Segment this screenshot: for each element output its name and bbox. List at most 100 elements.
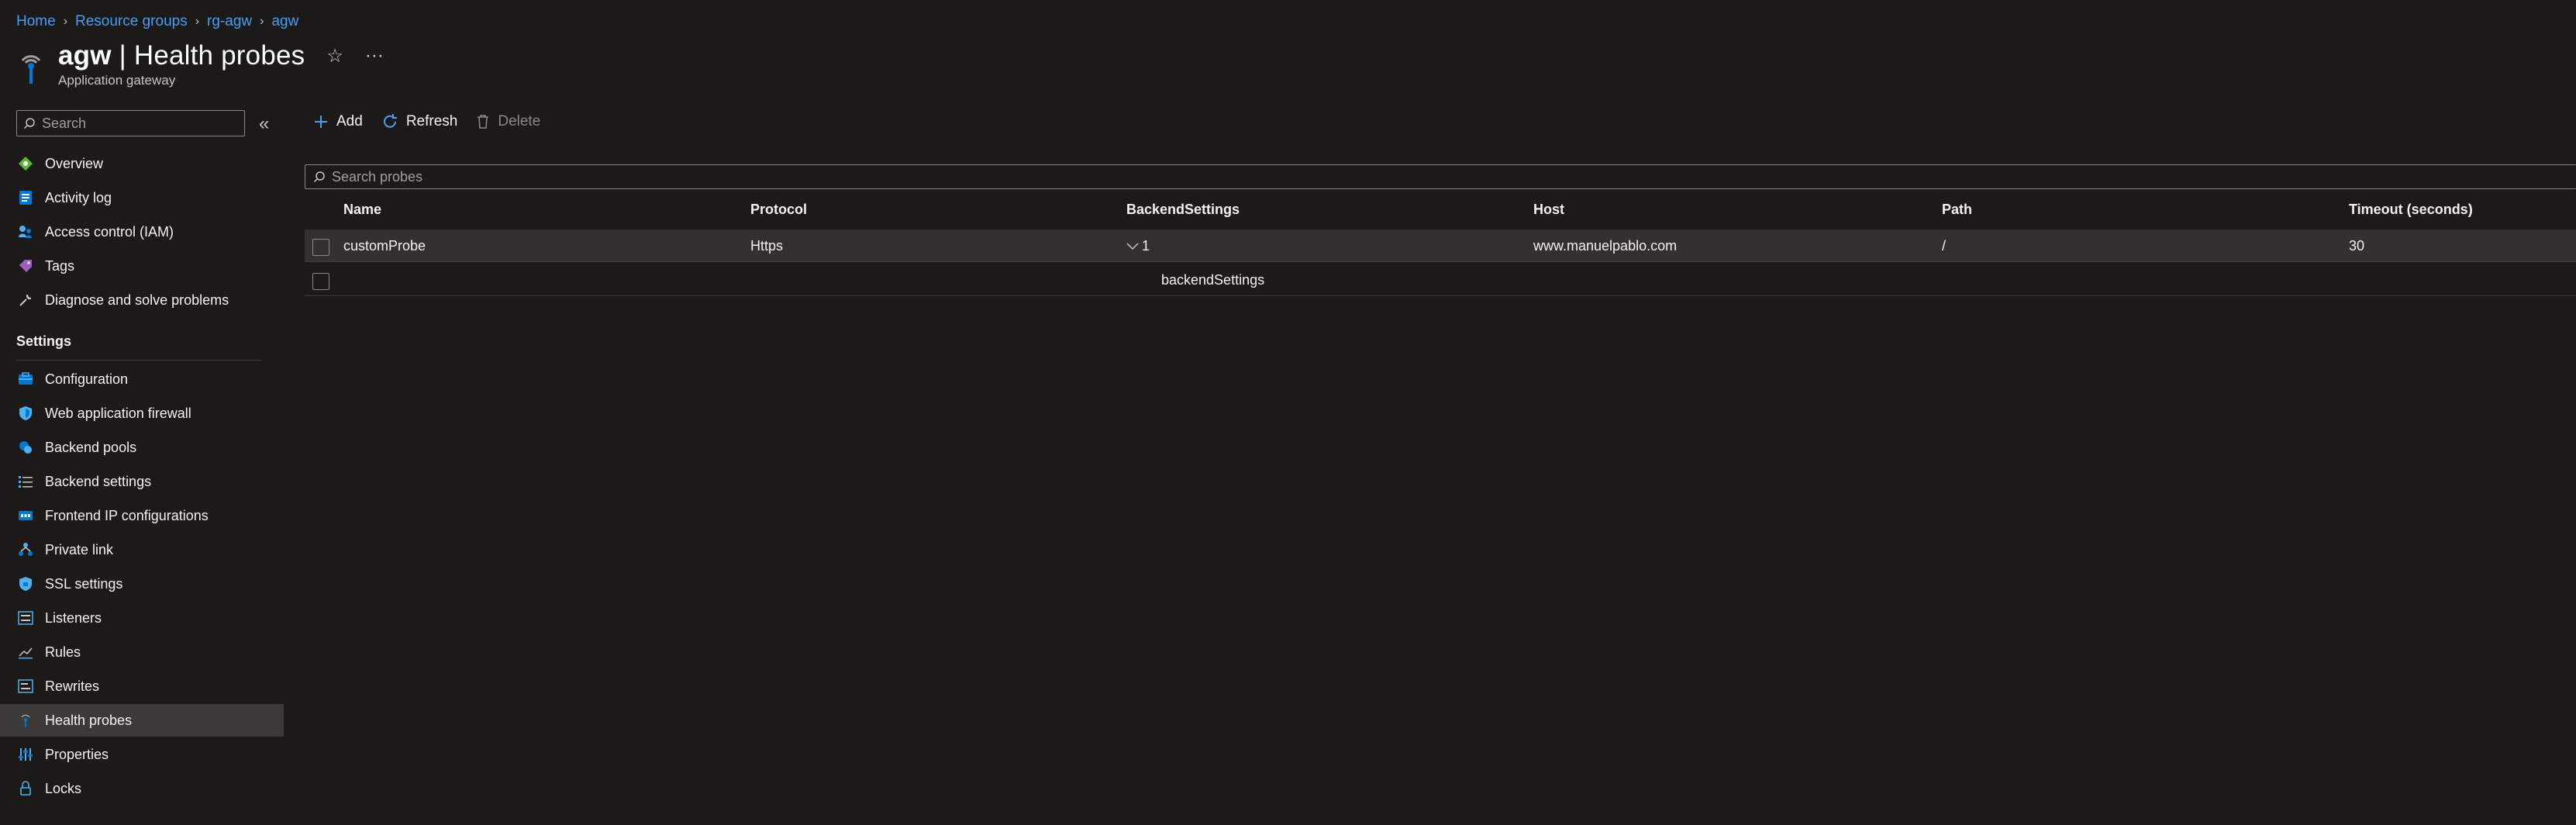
add-button[interactable]: Add bbox=[313, 113, 363, 130]
collapse-icon[interactable]: « bbox=[259, 113, 269, 135]
search-probes-input[interactable]: Search probes bbox=[305, 164, 2576, 189]
cell-protocol: Https bbox=[750, 238, 784, 254]
delete-button[interactable]: Delete bbox=[476, 113, 540, 130]
row-checkbox[interactable] bbox=[312, 273, 329, 290]
shield-icon bbox=[17, 405, 34, 422]
backend-settings-icon bbox=[17, 473, 34, 490]
tag-icon bbox=[17, 257, 34, 274]
column-header-host[interactable]: Host bbox=[1533, 197, 1564, 222]
sidebar-item-backend-settings[interactable]: Backend settings bbox=[0, 465, 284, 498]
sidebar-item-properties[interactable]: Properties bbox=[0, 738, 284, 771]
sidebar-item-label: Access control (IAM) bbox=[45, 223, 174, 240]
delete-label: Delete bbox=[498, 113, 541, 129]
sidebar-item-label: Tags bbox=[45, 257, 75, 274]
cell-host: www.manuelpablo.com bbox=[1533, 238, 1678, 254]
sidebar-item-label: Rules bbox=[45, 644, 81, 660]
rewrites-icon bbox=[17, 678, 34, 695]
sidebar-item-activity-log[interactable]: Activity log bbox=[0, 181, 284, 214]
cell-backend-settings-item: backendSettings bbox=[1161, 272, 1265, 288]
sidebar-item-private-link[interactable]: Private link bbox=[0, 533, 284, 566]
page-header: agw | Health probes ☆ ··· Application ga… bbox=[16, 40, 384, 88]
column-header-path[interactable]: Path bbox=[1942, 197, 1972, 222]
iam-icon bbox=[17, 223, 34, 240]
sidebar-item-configuration[interactable]: Configuration bbox=[0, 363, 284, 395]
refresh-label: Refresh bbox=[405, 113, 458, 129]
properties-icon bbox=[17, 746, 34, 763]
sidebar-search-input[interactable]: Search bbox=[16, 110, 245, 136]
column-header-timeout[interactable]: Timeout (seconds) bbox=[2349, 197, 2473, 222]
sidebar-item-diagnose[interactable]: Diagnose and solve problems bbox=[0, 284, 284, 316]
sidebar-item-label: Overview bbox=[45, 155, 104, 171]
sidebar-item-label: SSL settings bbox=[45, 575, 123, 592]
page-title: agw | Health probes bbox=[58, 40, 305, 71]
sidebar-item-label: Listeners bbox=[45, 609, 102, 626]
breadcrumb: Home › Resource groups › rg-agw › agw bbox=[16, 9, 298, 34]
breadcrumb-home[interactable]: Home bbox=[16, 13, 56, 30]
table-row[interactable]: customProbe Https 1 www.manuelpablo.com … bbox=[305, 230, 2576, 262]
sidebar-item-label: Diagnose and solve problems bbox=[45, 292, 229, 308]
sidebar-item-iam[interactable]: Access control (IAM) bbox=[0, 216, 284, 248]
search-probes-placeholder: Search probes bbox=[332, 168, 423, 185]
refresh-icon bbox=[383, 114, 397, 128]
section-divider bbox=[16, 360, 261, 361]
search-icon bbox=[23, 118, 35, 129]
plus-icon bbox=[315, 116, 327, 128]
table-sub-row[interactable]: backendSettings bbox=[305, 264, 2576, 296]
listeners-icon bbox=[17, 609, 34, 627]
star-icon[interactable]: ☆ bbox=[326, 45, 343, 67]
private-link-icon bbox=[17, 541, 34, 558]
column-header-protocol[interactable]: Protocol bbox=[750, 197, 807, 222]
configuration-icon bbox=[17, 371, 34, 388]
cell-name: customProbe bbox=[343, 238, 426, 254]
sidebar-item-label: Backend settings bbox=[45, 473, 152, 489]
page-subtitle: Application gateway bbox=[58, 73, 176, 88]
activity-log-icon bbox=[17, 189, 34, 206]
sidebar-item-rewrites[interactable]: Rewrites bbox=[0, 670, 284, 702]
cell-path: / bbox=[1942, 238, 1947, 254]
row-checkbox[interactable] bbox=[312, 239, 329, 256]
rules-icon bbox=[17, 644, 34, 661]
search-icon bbox=[313, 171, 325, 183]
sidebar-item-rules[interactable]: Rules bbox=[0, 636, 284, 668]
backend-pools-icon bbox=[17, 439, 34, 456]
refresh-button[interactable]: Refresh bbox=[381, 113, 458, 130]
sidebar-item-locks[interactable]: Locks bbox=[0, 772, 284, 805]
overview-icon bbox=[17, 155, 34, 172]
more-icon[interactable]: ··· bbox=[365, 45, 384, 67]
breadcrumb-resource[interactable]: agw bbox=[271, 13, 298, 30]
command-bar: Add Refresh Delete bbox=[313, 109, 559, 135]
frontend-ip-icon bbox=[17, 507, 34, 524]
column-header-backend-settings[interactable]: BackendSettings bbox=[1126, 197, 1240, 222]
sidebar-item-ssl-settings[interactable]: SSL settings bbox=[0, 568, 284, 600]
add-label: Add bbox=[336, 113, 363, 129]
health-probe-icon bbox=[17, 712, 34, 729]
wrench-icon bbox=[17, 292, 34, 309]
sidebar-item-label: Locks bbox=[45, 780, 82, 796]
sidebar-item-tags[interactable]: Tags bbox=[0, 250, 284, 282]
breadcrumb-resource-groups[interactable]: Resource groups bbox=[75, 13, 188, 30]
chevron-right-icon: › bbox=[195, 15, 200, 28]
lock-icon bbox=[17, 780, 34, 797]
sidebar-item-label: Frontend IP configurations bbox=[45, 507, 209, 523]
sidebar-item-health-probes[interactable]: Health probes bbox=[0, 704, 284, 737]
ssl-shield-icon bbox=[17, 575, 34, 592]
chevron-right-icon: › bbox=[260, 15, 264, 28]
sidebar-item-label: Web application firewall bbox=[45, 405, 191, 421]
sidebar-item-overview[interactable]: Overview bbox=[0, 147, 284, 180]
sidebar-item-frontend-ip[interactable]: Frontend IP configurations bbox=[0, 499, 284, 532]
backend-settings-count: 1 bbox=[1142, 238, 1150, 254]
cell-backend-settings[interactable]: 1 bbox=[1126, 230, 1150, 262]
sidebar-item-backend-pools[interactable]: Backend pools bbox=[0, 431, 284, 464]
sidebar-item-label: Private link bbox=[45, 541, 114, 557]
application-gateway-icon bbox=[16, 47, 46, 85]
sidebar-item-label: Configuration bbox=[45, 371, 129, 387]
sidebar-item-waf[interactable]: Web application firewall bbox=[0, 397, 284, 430]
sidebar-item-label: Activity log bbox=[45, 189, 112, 205]
chevron-down-icon bbox=[1126, 243, 1139, 250]
column-header-name[interactable]: Name bbox=[343, 197, 381, 222]
cell-timeout: 30 bbox=[2349, 238, 2365, 254]
breadcrumb-rg[interactable]: rg-agw bbox=[207, 13, 252, 30]
sidebar-item-listeners[interactable]: Listeners bbox=[0, 602, 284, 634]
settings-section-header: Settings bbox=[16, 333, 72, 349]
chevron-right-icon: › bbox=[63, 15, 68, 28]
